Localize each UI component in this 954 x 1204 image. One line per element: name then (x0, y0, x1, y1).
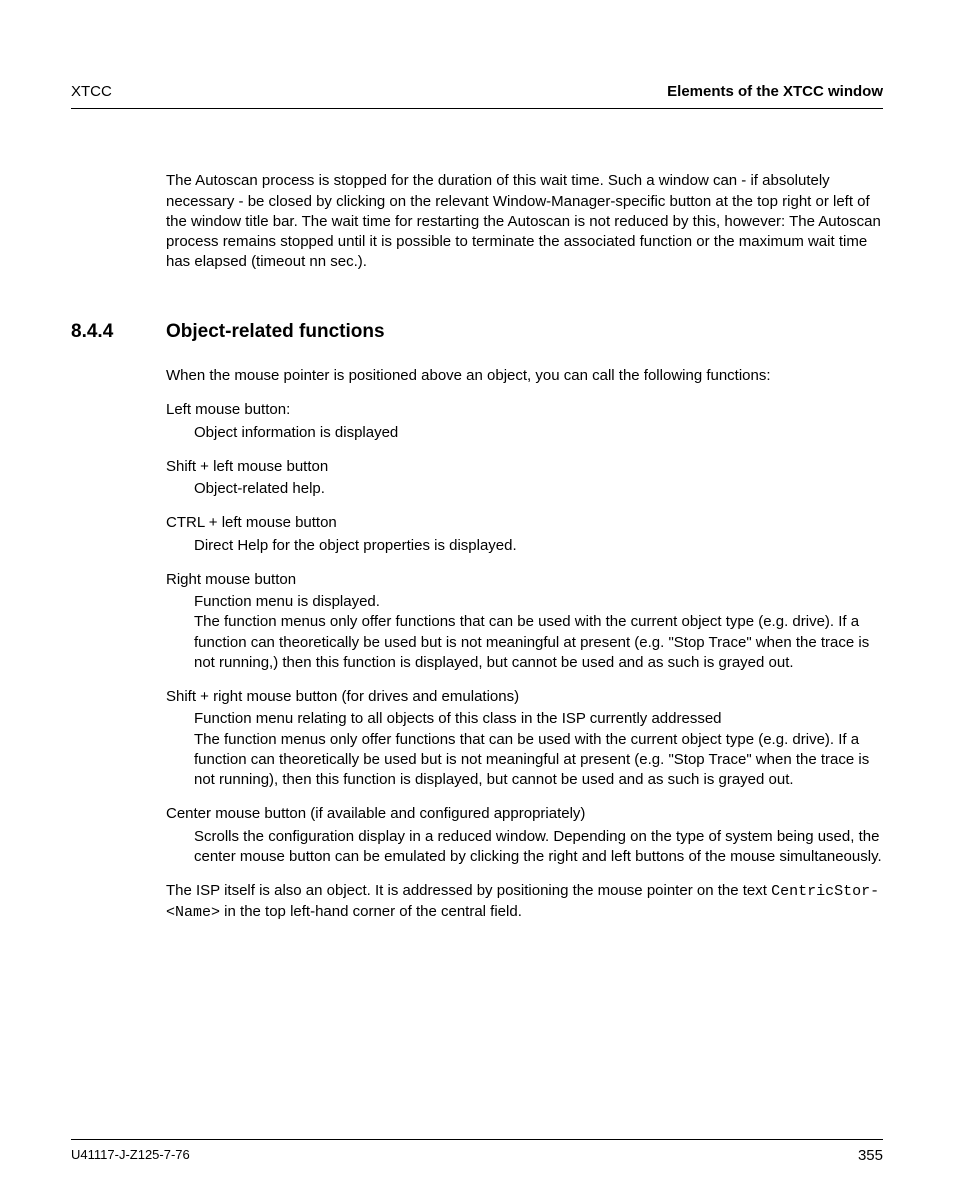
section-title: Object-related functions (166, 319, 385, 345)
definition-item: Center mouse button (if available and co… (166, 804, 883, 867)
definition-term: Right mouse button (166, 570, 883, 590)
definition-item: CTRL + left mouse button Direct Help for… (166, 513, 883, 556)
footer-left: U41117-J-Z125-7-76 (71, 1146, 190, 1166)
body-content: When the mouse pointer is positioned abo… (166, 366, 883, 924)
closing-paragraph: The ISP itself is also an object. It is … (166, 881, 883, 924)
header-left: XTCC (71, 82, 112, 102)
page-footer: U41117-J-Z125-7-76 355 (71, 1146, 883, 1166)
definition-term: Left mouse button: (166, 400, 883, 420)
header-right: Elements of the XTCC window (667, 82, 883, 102)
footer-rule (71, 1139, 883, 1140)
header-rule (71, 108, 883, 109)
page-number: 355 (858, 1146, 883, 1166)
definition-term: CTRL + left mouse button (166, 513, 883, 533)
section-number: 8.4.4 (71, 319, 166, 345)
definition-term: Shift + left mouse button (166, 457, 883, 477)
definition-desc: Direct Help for the object properties is… (194, 536, 883, 556)
lead-paragraph: When the mouse pointer is positioned abo… (166, 366, 883, 386)
definition-term: Shift + right mouse button (for drives a… (166, 687, 883, 707)
closing-text-2: in the top left-hand corner of the centr… (220, 903, 522, 920)
definition-item: Right mouse button Function menu is disp… (166, 570, 883, 673)
definition-desc: Object-related help. (194, 479, 883, 499)
page-header: XTCC Elements of the XTCC window (71, 82, 883, 102)
definition-item: Left mouse button: Object information is… (166, 400, 883, 443)
section-heading: 8.4.4 Object-related functions (71, 319, 883, 345)
definition-desc: Function menu relating to all objects of… (194, 709, 883, 790)
definition-desc: Scrolls the configuration display in a r… (194, 827, 883, 868)
definition-item: Shift + left mouse button Object-related… (166, 457, 883, 500)
definition-item: Shift + right mouse button (for drives a… (166, 687, 883, 790)
intro-paragraph: The Autoscan process is stopped for the … (166, 171, 883, 272)
closing-text-1: The ISP itself is also an object. It is … (166, 882, 771, 899)
definition-desc: Function menu is displayed.The function … (194, 592, 883, 673)
definition-desc: Object information is displayed (194, 423, 883, 443)
definition-term: Center mouse button (if available and co… (166, 804, 883, 824)
